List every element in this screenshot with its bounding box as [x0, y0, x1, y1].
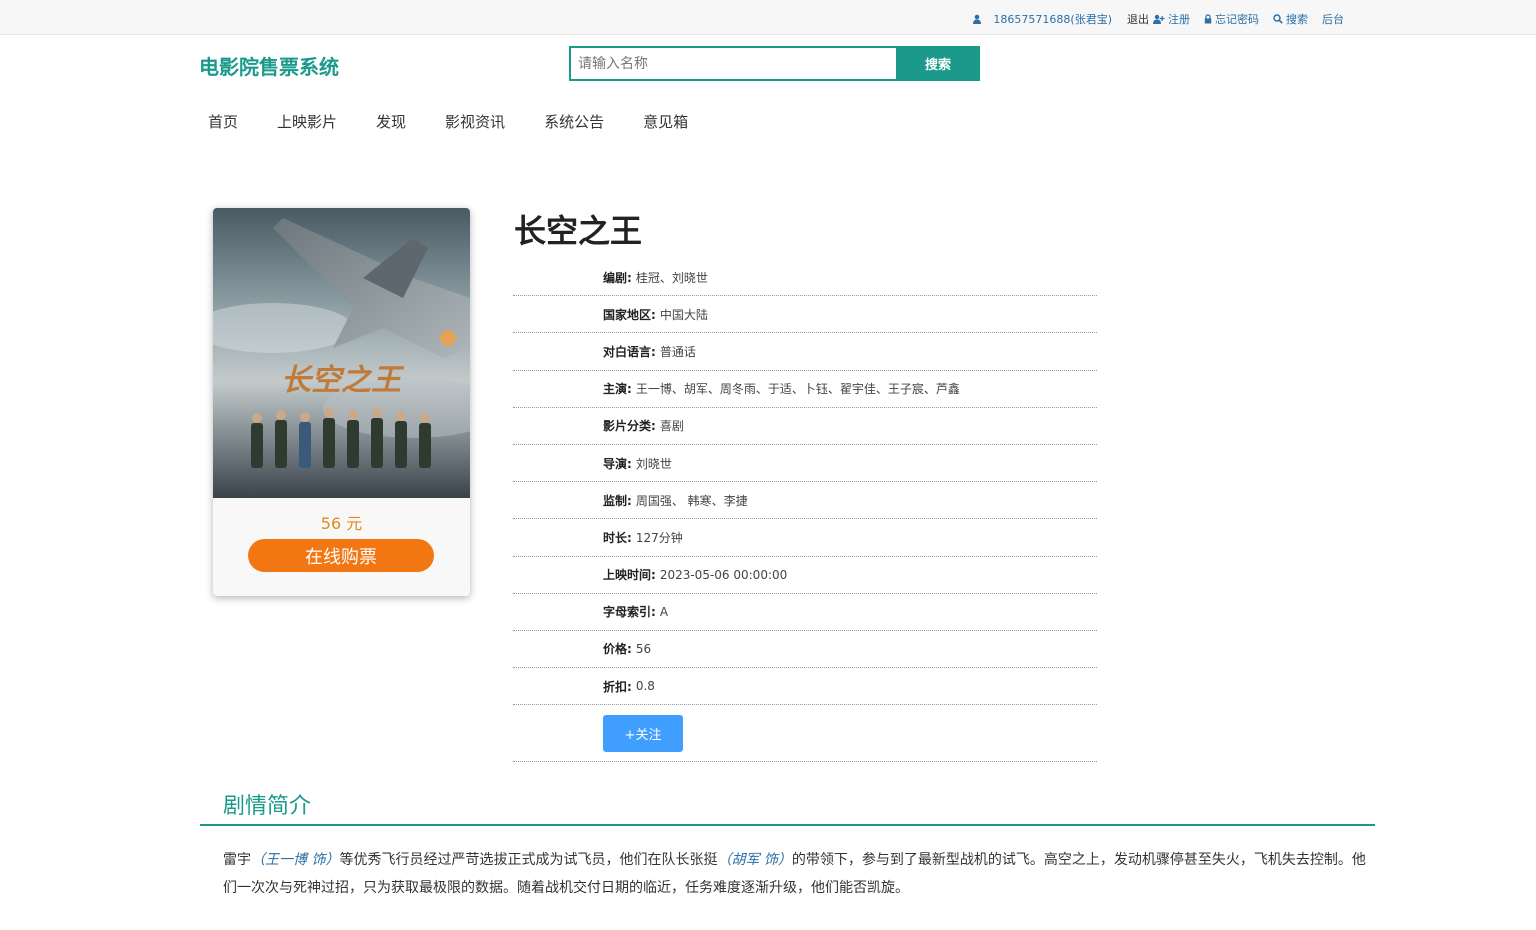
detail-value: 周国强、 韩寒、李捷 — [635, 493, 748, 508]
synopsis-actor: （王一博 饰） — [251, 852, 340, 868]
detail-key: 国家地区: — [603, 307, 656, 322]
detail-key: 时长: — [603, 530, 632, 545]
register-link[interactable]: 注册 — [1153, 11, 1190, 27]
detail-row-cast: 主演: 王一博、胡军、周冬雨、于适、卜钰、翟宇佳、王子宸、芦鑫 — [513, 371, 1097, 408]
lock-icon — [1204, 14, 1212, 24]
detail-row-region: 国家地区: 中国大陆 — [513, 296, 1097, 334]
main-nav: 首页 上映影片 发现 影视资讯 系统公告 意见箱 — [199, 111, 718, 132]
movie-details: 编剧: 桂冠、刘晓世 国家地区: 中国大陆 对白语言: 普通话 主演: 王一博、胡军、周… — [513, 259, 1097, 763]
forgot-label: 忘记密码 — [1215, 13, 1259, 26]
detail-key: 价格: — [603, 642, 632, 657]
nav-discover[interactable]: 发现 — [367, 111, 415, 132]
user-icon — [973, 14, 982, 24]
follow-button[interactable]: +关注 — [603, 714, 683, 752]
search-icon — [1273, 14, 1283, 24]
detail-row-director: 导演: 刘晓世 — [513, 445, 1097, 483]
nav-now-showing[interactable]: 上映影片 — [268, 111, 346, 132]
nav-feedback[interactable]: 意见箱 — [634, 111, 697, 132]
detail-value: 刘晓世 — [635, 456, 672, 471]
detail-key: 编剧: — [603, 270, 632, 285]
detail-value: 王一博、胡军、周冬雨、于适、卜钰、翟宇佳、王子宸、芦鑫 — [635, 382, 960, 397]
search-label: 搜索 — [1286, 13, 1308, 26]
user-link[interactable]: 18657571688(张君宝) — [972, 11, 1112, 27]
detail-key: 字母索引: — [603, 605, 656, 620]
detail-value: 普通话 — [659, 344, 696, 359]
detail-row-letter-index: 字母索引: A — [513, 594, 1097, 631]
detail-key: 折扣: — [603, 679, 632, 694]
top-links: 18657571688(张君宝) 退出 注册 忘记密码 搜索 后台 — [962, 11, 1344, 27]
detail-row-writer: 编剧: 桂冠、刘晓世 — [513, 259, 1097, 297]
detail-key: 导演: — [603, 456, 632, 471]
forgot-password-link[interactable]: 忘记密码 — [1204, 11, 1259, 27]
detail-key: 对白语言: — [603, 344, 656, 359]
search-input[interactable] — [569, 46, 896, 81]
search-button[interactable]: 搜索 — [896, 46, 980, 81]
movie-title: 长空之王 — [514, 212, 643, 250]
detail-row-producer: 监制: 周国强、 韩寒、李捷 — [513, 482, 1097, 520]
detail-row-language: 对白语言: 普通话 — [513, 333, 1097, 371]
poster-title-art: 长空之王 — [281, 363, 405, 398]
detail-row-release-date: 上映时间: 2023-05-06 00:00:00 — [513, 557, 1097, 594]
nav-news[interactable]: 影视资讯 — [436, 111, 514, 132]
detail-row-discount: 折扣: 0.8 — [513, 668, 1097, 706]
synopsis-part: 雷宇 — [223, 852, 251, 868]
detail-value: 中国大陆 — [659, 307, 708, 322]
detail-value: A — [659, 604, 669, 619]
synopsis-part: 等优秀飞行员经过严苛选拔正式成为试飞员，他们在队长张挺 — [339, 852, 718, 868]
detail-row-duration: 时长: 127分钟 — [513, 519, 1097, 557]
user-name: 18657571688(张君宝) — [993, 13, 1112, 26]
detail-value: 127分钟 — [635, 530, 683, 545]
detail-value: 喜剧 — [659, 419, 684, 434]
user-plus-icon — [1153, 14, 1165, 24]
detail-row-follow: +关注 — [513, 705, 1097, 763]
detail-key: 监制: — [603, 493, 632, 508]
detail-value: 0.8 — [635, 679, 655, 694]
nav-home[interactable]: 首页 — [199, 111, 247, 132]
admin-link[interactable]: 后台 — [1322, 11, 1344, 27]
detail-row-genre: 影片分类: 喜剧 — [513, 408, 1097, 445]
site-logo[interactable]: 电影院售票系统 — [199, 51, 339, 80]
synopsis-title: 剧情简介 — [223, 794, 312, 819]
synopsis-actor: （胡军 饰） — [717, 852, 792, 868]
detail-value: 56 — [635, 641, 652, 656]
detail-row-price: 价格: 56 — [513, 631, 1097, 669]
nav-announcements[interactable]: 系统公告 — [535, 111, 613, 132]
buy-ticket-button[interactable]: 在线购票 — [248, 539, 434, 572]
synopsis-text: 雷宇（王一博 饰）等优秀飞行员经过严苛选拔正式成为试飞员，他们在队长张挺（胡军 … — [223, 846, 1375, 902]
movie-poster[interactable]: 长空之王 — [213, 208, 470, 498]
ticket-price: 56 元 — [320, 514, 363, 533]
search-link[interactable]: 搜索 — [1273, 11, 1308, 27]
logout-link[interactable]: 退出 — [1127, 11, 1149, 27]
synopsis-divider — [200, 824, 1375, 826]
detail-key: 上映时间: — [603, 568, 656, 583]
movie-card: 长空之王 56 元 在线购票 — [213, 208, 470, 596]
detail-value: 桂冠、刘晓世 — [635, 270, 708, 285]
top-bar: 18657571688(张君宝) 退出 注册 忘记密码 搜索 后台 — [0, 0, 1536, 35]
search-bar: 搜索 — [569, 46, 980, 81]
detail-value: 2023-05-06 00:00:00 — [659, 567, 788, 582]
detail-key: 影片分类: — [603, 419, 656, 434]
detail-key: 主演: — [603, 382, 632, 397]
register-label: 注册 — [1168, 13, 1190, 26]
